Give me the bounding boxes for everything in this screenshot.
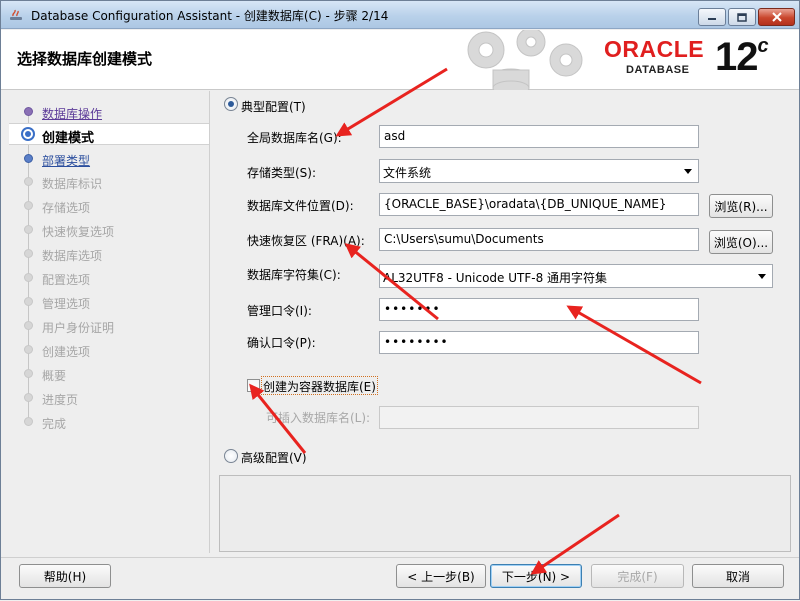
nav-step-db-options: 数据库选项 bbox=[9, 243, 209, 265]
browse-db-location-button[interactable]: 浏览(R)... bbox=[709, 194, 773, 218]
step-pending-icon bbox=[24, 417, 33, 426]
nav-step-label: 用户身份证明 bbox=[42, 321, 115, 335]
step-visited-icon bbox=[24, 107, 33, 116]
step-navigation: 数据库操作 创建模式 部署类型 数据库标识 存储选项 快速恢复选项 数据库选项 bbox=[9, 95, 209, 551]
storage-type-value: 文件系统 bbox=[383, 166, 432, 180]
nav-step-fast-recovery: 快速恢复选项 bbox=[9, 219, 209, 241]
close-button[interactable] bbox=[758, 8, 795, 26]
cancel-button[interactable]: 取消 bbox=[692, 564, 784, 588]
oracle-database-text: DATABASE bbox=[626, 64, 690, 76]
advanced-config-label[interactable]: 高级配置(V) bbox=[241, 449, 307, 466]
advanced-config-radio[interactable] bbox=[224, 449, 238, 463]
typical-config-radio[interactable] bbox=[224, 97, 238, 111]
help-button[interactable]: 帮助(H) bbox=[19, 564, 111, 588]
confirm-password-input[interactable]: •••••••• bbox=[379, 331, 699, 354]
version-suffix: c bbox=[757, 34, 769, 57]
nav-step-deploy-type[interactable]: 部署类型 bbox=[9, 148, 209, 170]
fra-input[interactable]: C:\Users\sumu\Documents bbox=[379, 228, 699, 251]
nav-step-label: 概要 bbox=[42, 369, 67, 383]
charset-label: 数据库字符集(C): bbox=[247, 268, 341, 282]
nav-step-management: 管理选项 bbox=[9, 291, 209, 313]
admin-password-input[interactable]: ••••••• bbox=[379, 298, 699, 321]
storage-type-select[interactable]: 文件系统 bbox=[379, 159, 699, 183]
nav-step-label: 数据库操作 bbox=[42, 107, 103, 121]
minimize-icon bbox=[708, 18, 716, 20]
nav-step-label: 配置选项 bbox=[42, 273, 91, 287]
db-file-location-label: 数据库文件位置(D): bbox=[247, 199, 354, 213]
version-number: 12 bbox=[715, 35, 758, 79]
java-app-icon bbox=[10, 9, 22, 20]
storage-type-label: 存储类型(S): bbox=[247, 166, 317, 180]
step-pending-icon bbox=[24, 225, 33, 234]
close-icon bbox=[771, 12, 782, 22]
step-pending-icon bbox=[24, 345, 33, 354]
global-db-name-input[interactable]: asd bbox=[379, 125, 699, 148]
gears-decoration-icon bbox=[467, 30, 583, 90]
container-db-label[interactable]: 创建为容器数据库(E) bbox=[263, 378, 376, 395]
step-current-icon bbox=[21, 127, 35, 141]
step-pending-icon bbox=[24, 201, 33, 210]
title-bar: Database Configuration Assistant - 创建数据库… bbox=[1, 1, 799, 29]
footer-divider bbox=[1, 557, 799, 558]
nav-step-progress: 进度页 bbox=[9, 387, 209, 409]
step-pending-icon bbox=[24, 273, 33, 282]
global-db-name-label: 全局数据库名(G): bbox=[247, 131, 342, 145]
oracle-brand-text: ORACLE bbox=[604, 36, 705, 62]
nav-step-credentials: 用户身份证明 bbox=[9, 315, 209, 337]
nav-step-label: 部署类型 bbox=[42, 154, 91, 168]
nav-step-label: 数据库标识 bbox=[42, 177, 103, 191]
back-button[interactable]: < 上一步(B) bbox=[396, 564, 486, 588]
pdb-name-label: 可插入数据库名(L): bbox=[266, 411, 371, 425]
header-banner: 选择数据库创建模式 ORACLE DATABASE 12c bbox=[1, 30, 799, 90]
step-pending-icon bbox=[24, 177, 33, 186]
nav-step-config: 配置选项 bbox=[9, 267, 209, 289]
nav-step-creation-mode[interactable]: 创建模式 bbox=[9, 123, 209, 146]
container-db-checkbox[interactable] bbox=[247, 379, 260, 392]
nav-step-storage: 存储选项 bbox=[9, 195, 209, 217]
dbca-window: Database Configuration Assistant - 创建数据库… bbox=[0, 0, 800, 600]
charset-value: AL32UTF8 - Unicode UTF-8 通用字符集 bbox=[383, 271, 608, 285]
window-title: Database Configuration Assistant - 创建数据库… bbox=[31, 9, 389, 23]
nav-step-db-identity: 数据库标识 bbox=[9, 171, 209, 193]
maximize-button[interactable] bbox=[728, 8, 756, 26]
oracle-logo: ORACLE DATABASE bbox=[604, 36, 710, 76]
admin-password-label: 管理口令(I): bbox=[247, 304, 312, 318]
nav-step-label: 管理选项 bbox=[42, 297, 91, 311]
minimize-button[interactable] bbox=[698, 8, 726, 26]
nav-step-summary: 概要 bbox=[9, 363, 209, 385]
finish-button[interactable]: 完成(F) bbox=[591, 564, 684, 588]
nav-step-label: 快速恢复选项 bbox=[42, 225, 115, 239]
typical-config-label[interactable]: 典型配置(T) bbox=[241, 98, 306, 115]
step-pending-icon bbox=[24, 393, 33, 402]
confirm-password-label: 确认口令(P): bbox=[247, 336, 316, 350]
charset-select[interactable]: AL32UTF8 - Unicode UTF-8 通用字符集 bbox=[379, 264, 773, 288]
step-pending-icon bbox=[24, 297, 33, 306]
maximize-icon bbox=[737, 12, 747, 22]
nav-step-db-operation[interactable]: 数据库操作 bbox=[9, 101, 209, 123]
nav-step-creation-options: 创建选项 bbox=[9, 339, 209, 361]
step-pending-icon bbox=[24, 321, 33, 330]
nav-step-label: 存储选项 bbox=[42, 201, 91, 215]
fra-label: 快速恢复区 (FRA)(A): bbox=[247, 234, 365, 248]
db-file-location-input[interactable]: {ORACLE_BASE}\oradata\{DB_UNIQUE_NAME} bbox=[379, 193, 699, 216]
chevron-down-icon bbox=[684, 169, 692, 174]
version-badge: 12c bbox=[715, 34, 769, 80]
step-pending-icon bbox=[24, 249, 33, 258]
nav-step-label: 完成 bbox=[42, 417, 67, 431]
nav-step-label: 创建选项 bbox=[42, 345, 91, 359]
page-title: 选择数据库创建模式 bbox=[17, 50, 153, 68]
nav-step-label: 进度页 bbox=[42, 393, 79, 407]
description-panel bbox=[219, 475, 791, 552]
next-button[interactable]: 下一步(N) > bbox=[490, 564, 582, 588]
step-pending-icon bbox=[24, 369, 33, 378]
nav-divider bbox=[209, 91, 210, 553]
nav-step-label: 数据库选项 bbox=[42, 249, 103, 263]
nav-step-label: 创建模式 bbox=[42, 131, 95, 146]
nav-step-finish: 完成 bbox=[9, 411, 209, 433]
step-next-icon bbox=[24, 154, 33, 163]
pdb-name-input[interactable] bbox=[379, 406, 699, 429]
chevron-down-icon bbox=[758, 274, 766, 279]
browse-fra-button[interactable]: 浏览(O)... bbox=[709, 230, 773, 254]
